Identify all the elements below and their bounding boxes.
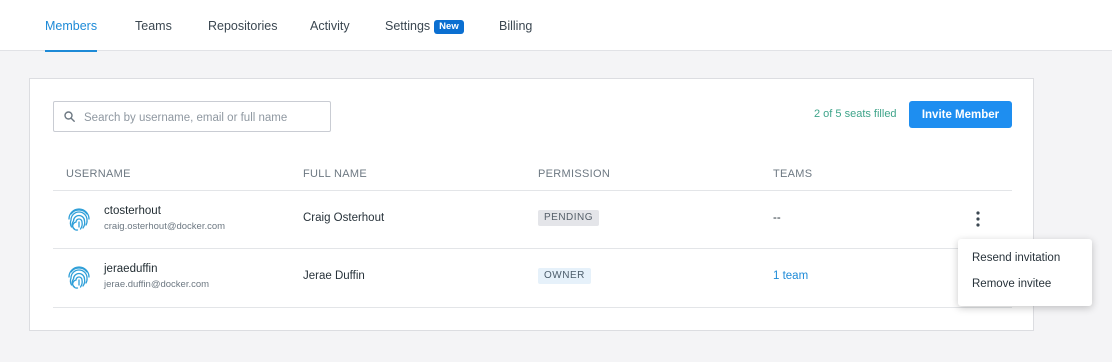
permission-badge: OWNER (538, 268, 591, 284)
full-name: Jerae Duffin (303, 270, 365, 282)
new-badge: New (434, 20, 464, 34)
full-name: Craig Osterhout (303, 212, 385, 224)
table-row: jeraeduffin jerae.duffin@docker.com Jera… (53, 249, 1012, 306)
column-header-username: USERNAME (66, 168, 131, 180)
tab-billing[interactable]: Billing (499, 0, 532, 51)
search-input[interactable] (82, 102, 330, 133)
teams-value: -- (773, 212, 781, 224)
row-actions-menu: Resend invitation Remove invitee (958, 239, 1092, 306)
row-divider (53, 307, 1012, 308)
fingerprint-avatar-icon (68, 208, 90, 231)
username: ctosterhout (104, 205, 161, 217)
tab-members[interactable]: Members (45, 0, 98, 52)
seats-count: 2 of 5 seats filled (814, 108, 897, 120)
teams-link[interactable]: 1 team (773, 270, 808, 282)
remove-invitee-menu-item[interactable]: Remove invitee (958, 271, 1092, 297)
resend-invitation-menu-item[interactable]: Resend invitation (958, 245, 1092, 271)
tab-activity[interactable]: Activity (310, 0, 350, 51)
more-options-icon[interactable] (968, 209, 988, 229)
fingerprint-avatar-icon (68, 266, 90, 289)
user-email: jerae.duffin@docker.com (104, 279, 210, 290)
invite-member-button[interactable]: Invite Member (909, 101, 1012, 128)
search-box[interactable] (53, 101, 331, 133)
tab-settings-label: Settings (385, 19, 431, 33)
top-nav: Members Teams Repositories Activity Sett… (0, 0, 1112, 52)
tab-settings[interactable]: Settings New (385, 0, 464, 51)
members-card: 2 of 5 seats filled Invite Member USERNA… (29, 78, 1034, 331)
column-header-full-name: FULL NAME (303, 168, 368, 180)
search-icon (64, 111, 75, 122)
permission-badge: PENDING (538, 210, 600, 226)
column-header-teams: TEAMS (773, 168, 813, 180)
user-email: craig.osterhout@docker.com (104, 221, 226, 232)
tab-repositories[interactable]: Repositories (208, 0, 277, 51)
username: jeraeduffin (104, 263, 158, 275)
column-header-permission: PERMISSION (538, 168, 611, 180)
table-row: ctosterhout craig.osterhout@docker.com C… (53, 191, 1012, 248)
tab-teams[interactable]: Teams (135, 0, 172, 51)
